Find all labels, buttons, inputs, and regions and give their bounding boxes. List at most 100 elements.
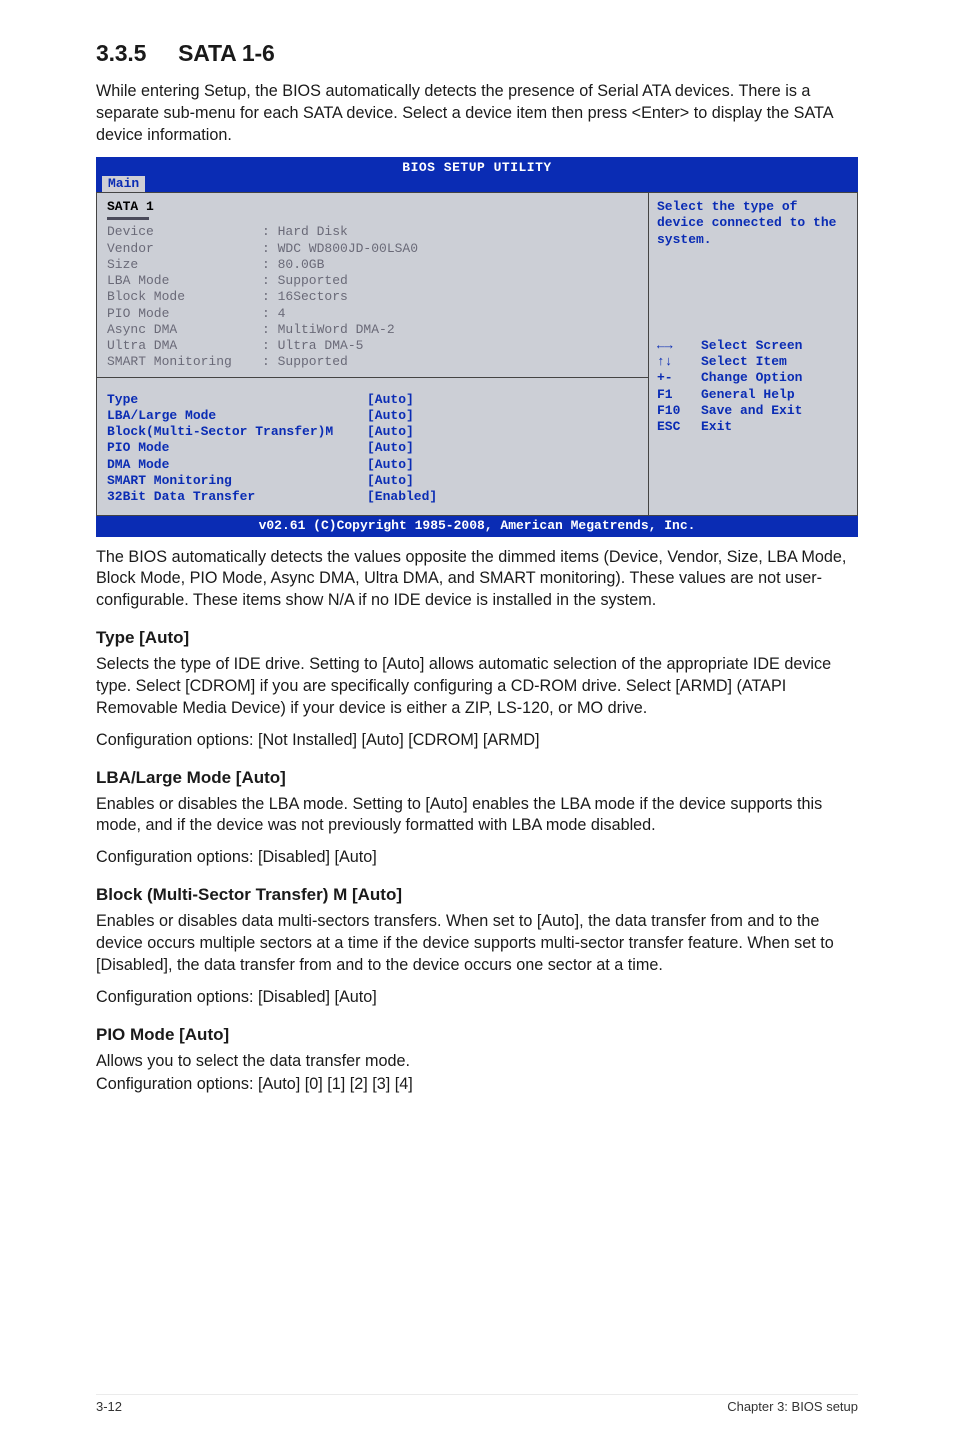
info-row: LBA Mode: Supported: [107, 273, 638, 289]
info-row: Ultra DMA: Ultra DMA-5: [107, 338, 638, 354]
divider: [107, 217, 149, 220]
hotkey-key: ESC: [657, 419, 701, 435]
info-row: Async DMA: MultiWord DMA-2: [107, 322, 638, 338]
info-value: : 16Sectors: [262, 289, 348, 305]
info-value: : Supported: [262, 354, 348, 370]
option-value: [Enabled]: [367, 489, 437, 505]
option-value: [Auto]: [367, 440, 414, 456]
intro-paragraph: While entering Setup, the BIOS automatic…: [96, 81, 858, 147]
info-value: : 4: [262, 306, 285, 322]
hotkey-row: ←→Select Screen: [657, 338, 849, 354]
option-label: LBA/Large Mode: [107, 408, 367, 424]
info-label: PIO Mode: [107, 306, 262, 322]
arrow-up-down-icon: ↑↓: [657, 354, 701, 370]
pio-body: Allows you to select the data transfer m…: [96, 1051, 858, 1073]
post-bios-paragraph: The BIOS automatically detects the value…: [96, 547, 858, 613]
option-value: [Auto]: [367, 457, 414, 473]
arrow-left-right-icon: ←→: [657, 338, 701, 354]
bios-option-row[interactable]: PIO Mode[Auto]: [107, 440, 638, 456]
pio-heading: PIO Mode [Auto]: [96, 1025, 858, 1045]
bios-right-pane: Select the type of device connected to t…: [648, 192, 858, 516]
hotkey-row: +-Change Option: [657, 370, 849, 386]
bios-info-grid: Device: Hard Disk Vendor: WDC WD800JD-00…: [107, 224, 638, 370]
info-label: SMART Monitoring: [107, 354, 262, 370]
bios-option-row[interactable]: DMA Mode[Auto]: [107, 457, 638, 473]
option-value: [Auto]: [367, 473, 414, 489]
option-value: [Auto]: [367, 392, 414, 408]
hotkey-key: F1: [657, 387, 701, 403]
info-label: Ultra DMA: [107, 338, 262, 354]
info-value: : Hard Disk: [262, 224, 348, 240]
bios-option-row[interactable]: 32Bit Data Transfer[Enabled]: [107, 489, 638, 505]
bios-panel: BIOS SETUP UTILITY Main SATA 1 Device: H…: [96, 157, 858, 537]
info-label: Device: [107, 224, 262, 240]
option-label: DMA Mode: [107, 457, 367, 473]
info-row: PIO Mode: 4: [107, 306, 638, 322]
bios-title: BIOS SETUP UTILITY: [96, 157, 858, 176]
info-value: : 80.0GB: [262, 257, 324, 273]
block-body: Enables or disables data multi-sectors t…: [96, 911, 858, 977]
chapter-label: Chapter 3: BIOS setup: [727, 1399, 858, 1414]
option-value: [Auto]: [367, 408, 414, 424]
info-row: SMART Monitoring: Supported: [107, 354, 638, 370]
info-label: Block Mode: [107, 289, 262, 305]
info-label: Size: [107, 257, 262, 273]
lba-heading: LBA/Large Mode [Auto]: [96, 768, 858, 788]
hotkey-key: +-: [657, 370, 701, 386]
info-row: Device: Hard Disk: [107, 224, 638, 240]
bios-tabbar: Main: [96, 176, 858, 192]
divider: [97, 377, 648, 378]
hotkey-desc: General Help: [701, 387, 795, 403]
info-value: : Supported: [262, 273, 348, 289]
hotkey-row: ↑↓Select Item: [657, 354, 849, 370]
info-value: : Ultra DMA-5: [262, 338, 363, 354]
bios-panel-title: SATA 1: [107, 199, 638, 215]
info-row: Size: 80.0GB: [107, 257, 638, 273]
info-row: Vendor: WDC WD800JD-00LSA0: [107, 241, 638, 257]
bios-footer: v02.61 (C)Copyright 1985-2008, American …: [96, 516, 858, 536]
hotkey-row: F1General Help: [657, 387, 849, 403]
hotkey-desc: Change Option: [701, 370, 802, 386]
bios-hotkeys: ←→Select Screen ↑↓Select Item +-Change O…: [657, 338, 849, 436]
hotkey-desc: Select Screen: [701, 338, 802, 354]
info-value: : MultiWord DMA-2: [262, 322, 395, 338]
option-label: 32Bit Data Transfer: [107, 489, 367, 505]
hotkey-row: ESCExit: [657, 419, 849, 435]
page-number: 3-12: [96, 1399, 122, 1414]
option-label: PIO Mode: [107, 440, 367, 456]
info-row: Block Mode: 16Sectors: [107, 289, 638, 305]
hotkey-row: F10Save and Exit: [657, 403, 849, 419]
bios-left-pane: SATA 1 Device: Hard Disk Vendor: WDC WD8…: [96, 192, 648, 516]
block-heading: Block (Multi-Sector Transfer) M [Auto]: [96, 885, 858, 905]
bios-option-row[interactable]: Type[Auto]: [107, 392, 638, 408]
info-label: LBA Mode: [107, 273, 262, 289]
bios-help-text: Select the type of device connected to t…: [657, 199, 849, 248]
bios-tab-main[interactable]: Main: [102, 176, 145, 192]
bios-option-row[interactable]: Block(Multi-Sector Transfer)M[Auto]: [107, 424, 638, 440]
hotkey-desc: Save and Exit: [701, 403, 802, 419]
bios-option-row[interactable]: SMART Monitoring[Auto]: [107, 473, 638, 489]
info-value: : WDC WD800JD-00LSA0: [262, 241, 418, 257]
page-footer: 3-12 Chapter 3: BIOS setup: [96, 1394, 858, 1414]
option-label: SMART Monitoring: [107, 473, 367, 489]
hotkey-desc: Exit: [701, 419, 732, 435]
section-number: 3.3.5: [96, 40, 146, 67]
option-label: Type: [107, 392, 367, 408]
bios-active-grid: Type[Auto] LBA/Large Mode[Auto] Block(Mu…: [107, 392, 638, 506]
lba-body: Enables or disables the LBA mode. Settin…: [96, 794, 858, 838]
option-value: [Auto]: [367, 424, 414, 440]
bios-option-row[interactable]: LBA/Large Mode[Auto]: [107, 408, 638, 424]
section-title: SATA 1-6: [178, 40, 274, 66]
lba-config: Configuration options: [Disabled] [Auto]: [96, 847, 858, 869]
type-config: Configuration options: [Not Installed] […: [96, 730, 858, 752]
info-label: Vendor: [107, 241, 262, 257]
option-label: Block(Multi-Sector Transfer)M: [107, 424, 367, 440]
block-config: Configuration options: [Disabled] [Auto]: [96, 987, 858, 1009]
type-body: Selects the type of IDE drive. Setting t…: [96, 654, 858, 720]
pio-config: Configuration options: [Auto] [0] [1] [2…: [96, 1074, 858, 1096]
type-heading: Type [Auto]: [96, 628, 858, 648]
hotkey-desc: Select Item: [701, 354, 787, 370]
info-label: Async DMA: [107, 322, 262, 338]
section-heading: 3.3.5 SATA 1-6: [96, 40, 858, 67]
bios-body: SATA 1 Device: Hard Disk Vendor: WDC WD8…: [96, 192, 858, 516]
